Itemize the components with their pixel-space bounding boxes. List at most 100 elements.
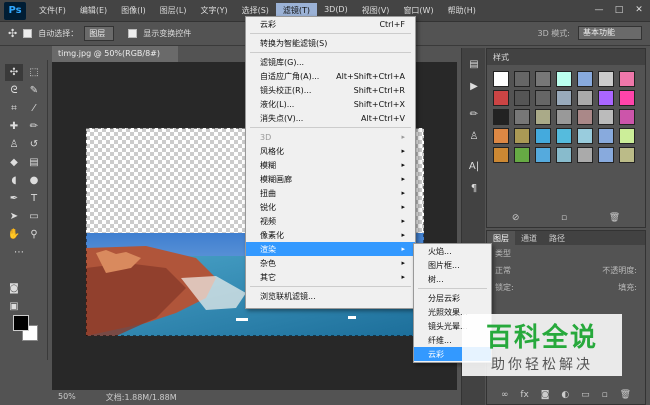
style-swatch[interactable] (514, 71, 530, 87)
fx-icon[interactable]: fx (520, 390, 529, 400)
style-swatch[interactable] (598, 71, 614, 87)
eraser-tool-icon[interactable]: ◆ (5, 154, 23, 171)
lasso-tool-icon[interactable]: ᘓ (5, 82, 23, 99)
minimize-button[interactable]: — (590, 2, 608, 18)
filter-menu-item[interactable]: 滤镜库(G)... (246, 55, 415, 69)
style-swatch[interactable] (619, 109, 635, 125)
style-swatch[interactable] (598, 128, 614, 144)
style-swatch[interactable] (577, 109, 593, 125)
filter-menu-item[interactable]: 风格化 ▸ (246, 144, 415, 158)
menu-3[interactable]: 图层(L) (153, 3, 194, 18)
clone-stamp-icon[interactable]: ♙ (5, 136, 23, 153)
style-swatch[interactable] (535, 128, 551, 144)
style-swatch[interactable] (514, 109, 530, 125)
new-group-icon[interactable]: ▭ (581, 390, 590, 400)
style-swatch[interactable] (556, 71, 572, 87)
marquee-tool-icon[interactable]: ⬚ (25, 64, 43, 81)
style-swatch[interactable] (514, 147, 530, 163)
style-swatch[interactable] (535, 147, 551, 163)
style-swatch[interactable] (493, 71, 509, 87)
filter-menu-item[interactable]: 转换为智能滤镜(S) (246, 36, 415, 50)
filter-menu-item[interactable]: 其它 ▸ (246, 270, 415, 284)
style-swatch[interactable] (619, 128, 635, 144)
paragraph-panel-icon[interactable]: ¶ (465, 180, 483, 197)
layers-tab-1[interactable]: 通道 (515, 231, 543, 245)
render-submenu-item[interactable]: 图片框... (414, 258, 491, 272)
move-tool-icon[interactable]: ✣ (5, 64, 23, 81)
style-swatch[interactable] (556, 128, 572, 144)
create-style-icon[interactable]: ▫ (561, 213, 567, 223)
close-button[interactable]: ✕ (630, 2, 648, 18)
history-brush-icon[interactable]: ↺ (25, 136, 43, 153)
eyedropper-tool-icon[interactable]: ⁄ (25, 100, 43, 117)
delete-layer-icon[interactable]: 🗑 (620, 390, 631, 400)
hand-tool-icon[interactable]: ✋ (5, 226, 23, 243)
auto-select-dropdown[interactable]: 图层 (84, 26, 115, 41)
style-swatch[interactable] (514, 90, 530, 106)
filter-menu-item[interactable]: 杂色 ▸ (246, 256, 415, 270)
style-swatch[interactable] (577, 147, 593, 163)
style-swatch[interactable] (556, 147, 572, 163)
add-mask-icon[interactable]: ◙ (541, 390, 550, 400)
brush-panel-icon[interactable]: ✏ (465, 106, 483, 123)
style-swatch[interactable] (535, 71, 551, 87)
filter-menu-item[interactable]: 模糊 ▸ (246, 158, 415, 172)
layers-tab-2[interactable]: 路径 (543, 231, 571, 245)
show-transform-checkbox[interactable] (128, 29, 138, 38)
actions-panel-icon[interactable]: ▶ (465, 78, 483, 95)
filter-menu-item[interactable]: 3D ▸ (246, 130, 415, 144)
clone-source-icon[interactable]: ♙ (465, 128, 483, 145)
filter-menu-item[interactable]: 自适应广角(A)... Alt+Shift+Ctrl+A (246, 69, 415, 83)
style-swatch[interactable] (577, 71, 593, 87)
edit-toolbar-icon[interactable]: ⋯ (10, 244, 28, 261)
crop-tool-icon[interactable]: ⌗ (5, 100, 23, 117)
quick-select-tool-icon[interactable]: ✎ (25, 82, 43, 99)
adjustment-layer-icon[interactable]: ◐ (561, 390, 569, 400)
filter-menu-item[interactable]: 渲染 ▸ (246, 242, 415, 256)
menu-1[interactable]: 编辑(E) (73, 3, 114, 18)
style-swatch[interactable] (493, 147, 509, 163)
menu-2[interactable]: 图像(I) (114, 3, 153, 18)
filter-menu-item[interactable]: 模糊画廊 ▸ (246, 172, 415, 186)
style-swatch[interactable] (619, 90, 635, 106)
style-swatch[interactable] (514, 128, 530, 144)
style-swatch[interactable] (556, 90, 572, 106)
path-select-icon[interactable]: ➤ (5, 208, 23, 225)
style-swatch[interactable] (535, 90, 551, 106)
menu-0[interactable]: 文件(F) (32, 3, 73, 18)
style-swatch[interactable] (493, 109, 509, 125)
quick-mask-icon[interactable]: ◙ (5, 280, 23, 297)
healing-brush-icon[interactable]: ✚ (5, 118, 23, 135)
style-swatch[interactable] (598, 109, 614, 125)
render-submenu-item[interactable]: 火焰... (414, 244, 491, 258)
filter-menu-item[interactable]: 云彩 Ctrl+F (246, 17, 415, 31)
screen-mode-icon[interactable]: ▣ (5, 298, 23, 315)
style-swatch[interactable] (619, 147, 635, 163)
new-style-icon[interactable]: ⊘ (512, 213, 520, 223)
brush-tool-icon[interactable]: ✏ (25, 118, 43, 135)
new-layer-icon[interactable]: ▫ (602, 390, 608, 400)
dodge-tool-icon[interactable]: ● (25, 172, 43, 189)
zoom-level[interactable]: 50% (58, 392, 76, 403)
style-swatch[interactable] (619, 71, 635, 87)
filter-menu-item[interactable]: 锐化 ▸ (246, 200, 415, 214)
history-panel-icon[interactable]: ▤ (465, 56, 483, 73)
maximize-button[interactable]: □ (610, 2, 628, 18)
menu-10[interactable]: 帮助(H) (441, 3, 483, 18)
blur-tool-icon[interactable]: ◖ (5, 172, 23, 189)
style-swatch[interactable] (556, 109, 572, 125)
type-tool-icon[interactable]: T (25, 190, 43, 207)
filter-menu-item[interactable]: 液化(L)... Shift+Ctrl+X (246, 97, 415, 111)
filter-menu-item[interactable]: 镜头校正(R)... Shift+Ctrl+R (246, 83, 415, 97)
filter-menu-item[interactable]: 浏览联机滤镜... (246, 289, 415, 303)
style-swatch[interactable] (598, 90, 614, 106)
document-tab[interactable]: timg.jpg @ 50%(RGB/8#) (52, 46, 178, 62)
style-swatch[interactable] (577, 90, 593, 106)
auto-select-checkbox[interactable] (23, 29, 33, 38)
menu-4[interactable]: 文字(Y) (193, 3, 234, 18)
layer-kind-dropdown[interactable]: 类型 (495, 248, 511, 259)
filter-menu-item[interactable]: 扭曲 ▸ (246, 186, 415, 200)
gradient-tool-icon[interactable]: ▤ (25, 154, 43, 171)
pen-tool-icon[interactable]: ✒ (5, 190, 23, 207)
trash-icon[interactable]: 🗑 (609, 213, 620, 223)
